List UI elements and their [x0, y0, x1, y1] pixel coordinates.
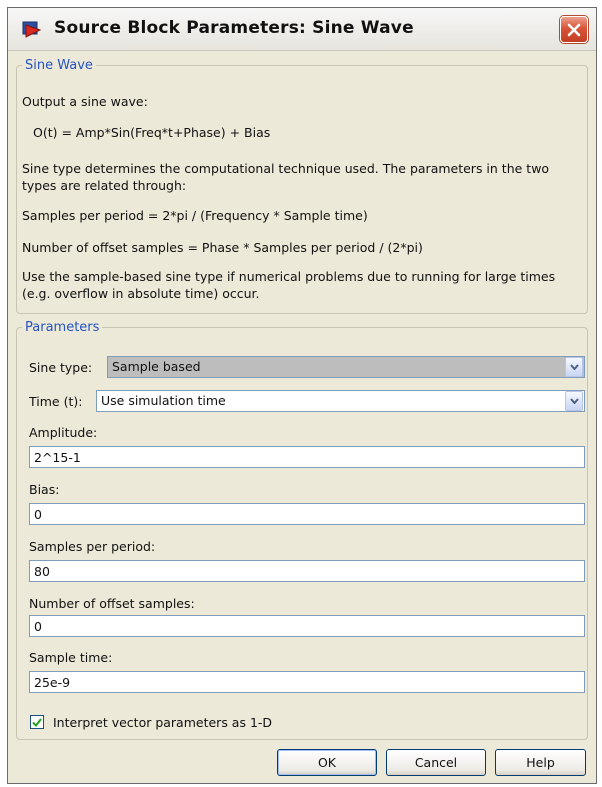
cancel-button[interactable]: Cancel [386, 749, 486, 776]
description-line: (e.g. overflow in absolute time) occur. [22, 286, 260, 301]
time-select[interactable]: Use simulation time [96, 390, 585, 412]
sine-type-label: Sine type: [29, 360, 93, 375]
amplitude-label: Amplitude: [29, 425, 98, 440]
close-button[interactable] [560, 16, 588, 43]
time-label: Time (t): [29, 394, 83, 409]
close-x-icon [567, 23, 581, 36]
samples-per-period-label: Samples per period: [29, 539, 156, 554]
sample-time-input[interactable] [29, 671, 585, 693]
simulink-block-icon [22, 21, 42, 38]
description-line: Use the sample-based sine type if numeri… [22, 269, 556, 284]
description-legend: Sine Wave [25, 58, 93, 73]
description-line: Number of offset samples = Phase * Sampl… [22, 240, 423, 255]
sample-time-label: Sample time: [29, 650, 113, 665]
offset-samples-input[interactable] [29, 615, 585, 637]
description-line: Samples per period = 2*pi / (Frequency *… [22, 208, 368, 223]
sine-type-select[interactable]: Sample based [107, 356, 585, 378]
description-line: Sine type determines the computational t… [22, 161, 550, 176]
ok-button[interactable]: OK [277, 749, 377, 776]
offset-samples-label: Number of offset samples: [29, 596, 195, 611]
window-title: Source Block Parameters: Sine Wave [54, 18, 414, 38]
amplitude-input[interactable] [29, 446, 585, 468]
chevron-down-icon [569, 364, 579, 370]
time-dropdown-button[interactable] [565, 391, 583, 411]
vector-parameters-label[interactable]: Interpret vector parameters as 1-D [53, 715, 272, 730]
bias-input[interactable] [29, 503, 585, 525]
vector-parameters-checkbox[interactable] [30, 715, 44, 729]
sine-type-dropdown-button[interactable] [565, 357, 583, 377]
chevron-down-icon [569, 398, 579, 404]
bias-label: Bias: [29, 482, 60, 497]
time-value: Use simulation time [101, 393, 226, 408]
description-line: Output a sine wave: [22, 94, 148, 109]
parameters-legend: Parameters [25, 320, 100, 335]
help-button[interactable]: Help [495, 749, 586, 776]
sine-type-value: Sample based [112, 359, 201, 374]
samples-per-period-input[interactable] [29, 560, 585, 582]
dialog-window: Source Block Parameters: Sine Wave Sine … [7, 7, 597, 784]
description-line: types are related through: [22, 178, 187, 193]
title-bar[interactable]: Source Block Parameters: Sine Wave [8, 8, 596, 51]
checkmark-icon [32, 717, 42, 727]
sine-equation: O(t) = Amp*Sin(Freq*t+Phase) + Bias [33, 125, 271, 140]
